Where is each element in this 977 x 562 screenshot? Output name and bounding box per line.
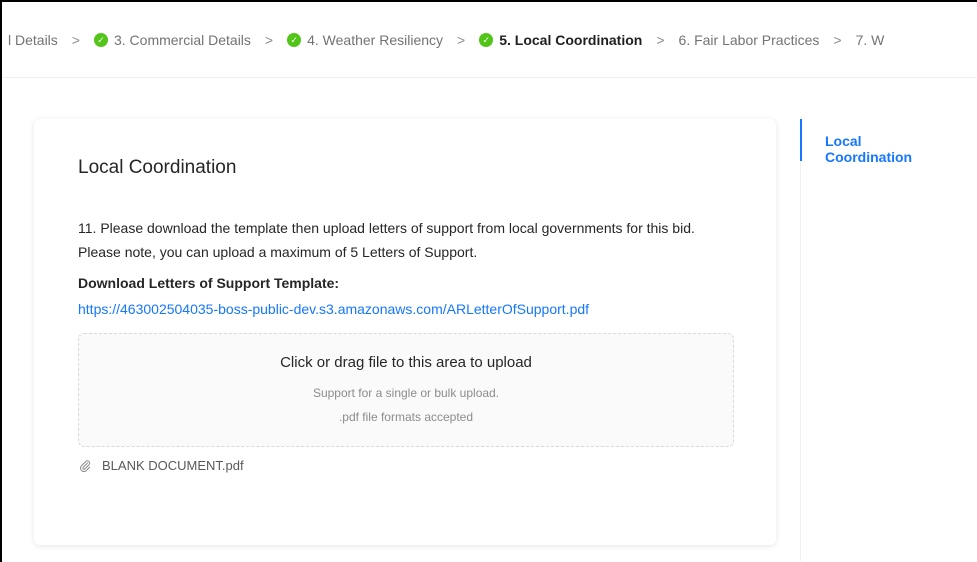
- card-title: Local Coordination: [78, 157, 237, 178]
- anchor-link-local-coordination[interactable]: Local Coordination: [825, 133, 912, 165]
- question-text: 11. Please download the template then up…: [78, 220, 695, 260]
- step-commercial-details[interactable]: ✓ 3. Commercial Details: [93, 31, 251, 48]
- chevron-right-icon: >: [71, 31, 80, 48]
- local-coordination-card: Local Coordination 11. Please download t…: [34, 119, 776, 545]
- step-label: 3. Commercial Details: [113, 31, 251, 48]
- uploaded-file-item[interactable]: BLANK DOCUMENT.pdf: [78, 458, 244, 473]
- chevron-right-icon: >: [264, 31, 274, 48]
- main-content: Local Coordination 11. Please download t…: [2, 79, 977, 562]
- anchor-active-indicator: [800, 119, 802, 161]
- step-label: 6. Fair Labor Practices: [678, 31, 820, 48]
- step-2[interactable]: l Details: [8, 32, 58, 48]
- chevron-right-icon: >: [656, 31, 665, 48]
- anchor-nav: Local Coordination: [800, 119, 912, 561]
- dropzone-hint: Support for a single or bulk upload.: [312, 386, 500, 400]
- dropzone-format-hint: .pdf file formats accepted: [338, 410, 474, 424]
- step-label: l Details: [8, 31, 58, 48]
- step-label: 7. W: [855, 31, 885, 48]
- download-label: Download Letters of Support Template:: [78, 275, 340, 291]
- step-local-coordination[interactable]: ✓ 5. Local Coordination: [479, 32, 642, 48]
- paperclip-icon: [80, 459, 91, 472]
- step-label: 5. Local Coordination: [499, 31, 643, 48]
- dropzone-text: Click or drag file to this area to uploa…: [280, 354, 532, 371]
- chevron-right-icon: >: [457, 31, 466, 48]
- check-circle-icon: ✓: [287, 32, 302, 47]
- download-template-link[interactable]: https://463002504035-boss-public-dev.s3.…: [78, 301, 589, 317]
- file-name: BLANK DOCUMENT.pdf: [102, 458, 244, 473]
- step-label: 4. Weather Resiliency: [307, 31, 444, 48]
- upload-dropzone[interactable]: Click or drag file to this area to uploa…: [78, 333, 734, 447]
- check-circle-icon: ✓: [479, 32, 494, 47]
- step-weather-resiliency[interactable]: ✓ 4. Weather Resiliency: [287, 32, 443, 48]
- check-circle-icon: ✓: [93, 32, 108, 47]
- step-fair-labor-practices[interactable]: 6. Fair Labor Practices: [679, 32, 820, 48]
- step-7[interactable]: 7. W: [856, 32, 885, 48]
- steps-breadcrumb: l Details > ✓ 3. Commercial Details > ✓ …: [2, 2, 977, 78]
- chevron-right-icon: >: [833, 31, 842, 48]
